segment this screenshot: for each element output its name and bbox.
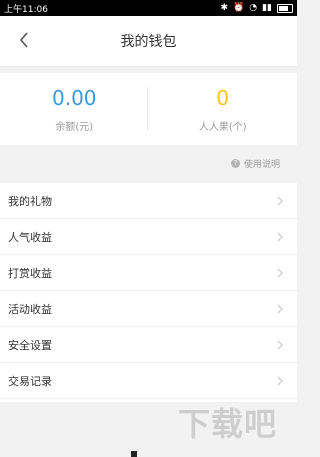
chevron-right-icon: [275, 304, 285, 314]
chevron-right-icon: [275, 376, 285, 386]
menu-item-label: 我的礼物: [8, 194, 52, 208]
back-button[interactable]: [12, 28, 36, 52]
menu-item-gifts[interactable]: 我的礼物: [0, 183, 297, 219]
nav-bar: 我的钱包: [0, 16, 297, 67]
menu-item-label: 安全设置: [8, 338, 52, 352]
wallet-divider: [147, 87, 148, 131]
menu-list: 我的礼物 人气收益 打赏收益 活动收益 安全设置 交易记录: [0, 183, 297, 402]
apples-section[interactable]: 0 人人果(个): [149, 73, 298, 145]
menu-item-transaction-history[interactable]: 交易记录: [0, 363, 297, 399]
help-link[interactable]: ? 使用说明: [230, 157, 280, 170]
menu-item-tip-income[interactable]: 打赏收益: [0, 255, 297, 291]
status-icons: ✱ ⏰ ◔ ▮▮: [220, 3, 293, 13]
menu-item-label: 人气收益: [8, 230, 52, 244]
watermark-logo: 下载吧: [177, 405, 277, 443]
balance-label: 余额(元): [55, 121, 94, 133]
menu-item-security-settings[interactable]: 安全设置: [0, 327, 297, 363]
status-time: 上午11:06: [4, 4, 48, 15]
signal-icon: ▮▮: [262, 3, 272, 13]
menu-item-label: 交易记录: [8, 374, 52, 388]
battery-icon: [277, 3, 293, 13]
menu-item-label: 活动收益: [8, 302, 52, 316]
status-bar: 上午11:06 ✱ ⏰ ◔ ▮▮: [0, 0, 297, 16]
chevron-right-icon: [275, 340, 285, 350]
chevron-left-icon: [19, 32, 28, 48]
help-label: 使用说明: [243, 160, 280, 170]
balance-value: 0.00: [51, 85, 97, 110]
chevron-right-icon: [275, 268, 285, 278]
menu-item-popularity-income[interactable]: 人气收益: [0, 219, 297, 255]
wallet-summary: 0.00 余额(元) 0 人人果(个): [0, 73, 297, 145]
bluetooth-icon: ✱: [220, 3, 229, 13]
chevron-right-icon: [275, 196, 285, 206]
page-title: 我的钱包: [120, 34, 177, 50]
balance-section[interactable]: 0.00 余额(元): [0, 73, 149, 145]
question-icon: ?: [230, 159, 240, 168]
apples-label: 人人果(个): [198, 121, 247, 133]
bottom-marker: [131, 451, 137, 457]
alarm-icon: ⏰: [233, 3, 245, 13]
menu-item-label: 打赏收益: [8, 266, 52, 280]
menu-item-activity-income[interactable]: 活动收益: [0, 291, 297, 327]
wifi-icon: ◔: [249, 3, 258, 13]
chevron-right-icon: [275, 232, 285, 242]
apples-value: 0: [216, 85, 230, 110]
